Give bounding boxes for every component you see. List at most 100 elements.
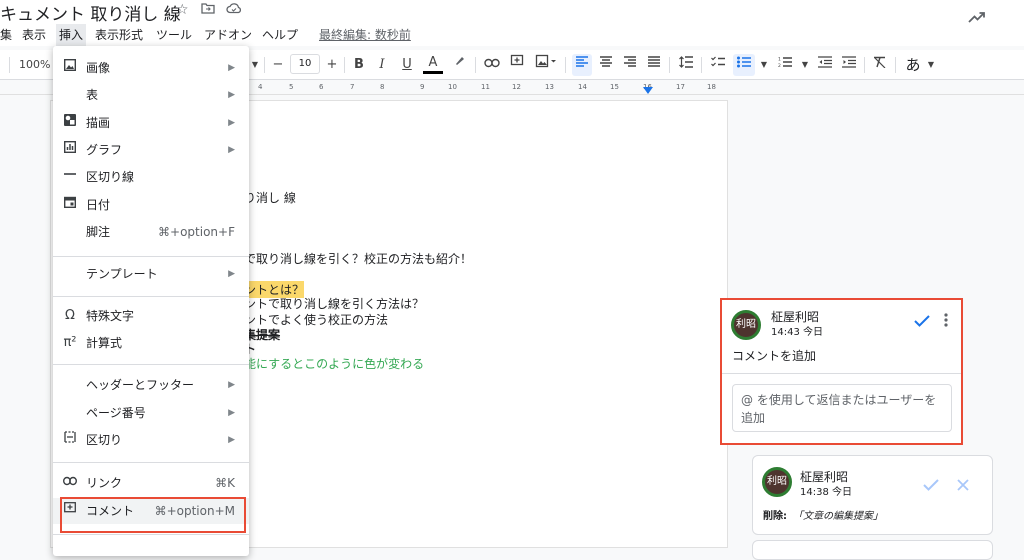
cloud-status-icon[interactable]	[226, 2, 242, 18]
menu-bar: 集 表示 挿入 表示形式 ツール アドオン ヘルプ 最終編集: 数秒前	[0, 24, 1024, 46]
font-size-input[interactable]: 10	[290, 54, 320, 74]
resolve-check-icon[interactable]	[914, 312, 930, 331]
align-left-icon[interactable]	[572, 54, 592, 76]
submenu-arrow-icon: ▶	[228, 145, 235, 155]
decrease-font-size-button[interactable]: −	[269, 54, 287, 76]
comment-highlight-box	[60, 497, 246, 533]
link-icon	[62, 470, 78, 496]
clear-formatting-icon[interactable]	[870, 54, 890, 76]
suggestion-action-label: 削除:	[763, 511, 787, 522]
checklist-icon[interactable]	[707, 54, 729, 76]
bulleted-list-dropdown-icon[interactable]: ▼	[758, 54, 770, 76]
comment-card[interactable]	[752, 540, 993, 560]
toolbar-separator	[9, 57, 10, 73]
menu-view[interactable]: 表示	[19, 24, 49, 46]
title-bar: キュメント 取り消し 線 ☆	[0, 0, 1024, 25]
menu-item-headers-footers[interactable]: ヘッダーとフッター ▶	[53, 372, 249, 398]
menu-addons[interactable]: アドオン	[201, 24, 255, 46]
ruler-number: 8	[380, 83, 385, 91]
increase-font-size-button[interactable]: +	[323, 54, 341, 76]
menu-item-footnote[interactable]: 脚注 ⌘+option+F	[53, 219, 249, 245]
menu-item-special-characters[interactable]: Ω 特殊文字	[53, 303, 249, 329]
menu-item-link[interactable]: リンク ⌘K	[53, 470, 249, 496]
ruler-number: 13	[545, 83, 554, 91]
menu-divider	[53, 364, 249, 365]
menu-item-templates[interactable]: テンプレート ▶	[53, 261, 249, 287]
star-icon[interactable]: ☆	[176, 2, 189, 18]
accept-suggestion-icon[interactable]	[923, 476, 939, 495]
menu-item-horizontal-line[interactable]: 区切り線	[53, 164, 249, 190]
reject-suggestion-icon[interactable]	[957, 476, 969, 495]
comment-divider	[722, 373, 961, 374]
document-line-suggestion: 能にするとこのように色が変わる	[244, 357, 425, 371]
submenu-arrow-icon: ▶	[228, 408, 235, 418]
input-tools-button[interactable]: あ	[903, 54, 923, 76]
toolbar-separator	[264, 57, 265, 73]
shortcut-label: ⌘+option+F	[158, 225, 235, 239]
menu-insert[interactable]: 挿入	[56, 24, 87, 46]
reply-input[interactable]: @ を使用して返信またはユーザーを追加	[732, 384, 952, 432]
menu-item-break[interactable]: 区切り ▶	[53, 427, 249, 453]
align-center-icon[interactable]	[596, 54, 616, 76]
ruler-number: 4	[258, 83, 263, 91]
menu-item-date[interactable]: 日付	[53, 192, 249, 218]
right-indent-marker[interactable]	[643, 87, 653, 94]
submenu-arrow-icon: ▶	[228, 269, 235, 279]
move-folder-icon[interactable]	[201, 2, 215, 18]
italic-button[interactable]: I	[373, 54, 391, 76]
menu-format[interactable]: 表示形式	[92, 24, 146, 46]
toolbar-separator	[565, 57, 566, 73]
menu-item-chart[interactable]: グラフ ▶	[53, 137, 249, 163]
comment-time: 14:43 今日	[771, 327, 823, 338]
insert-image-icon[interactable]	[532, 54, 560, 76]
image-icon	[62, 55, 78, 81]
avatar: 利昭	[762, 467, 792, 497]
font-dropdown-arrow-icon[interactable]: ▼	[249, 54, 261, 76]
more-options-icon[interactable]	[944, 312, 948, 331]
menu-item-drawing[interactable]: 描画 ▶	[53, 110, 249, 136]
add-comment-icon[interactable]	[507, 54, 527, 76]
menu-help[interactable]: ヘルプ	[259, 24, 301, 46]
chart-icon	[62, 137, 78, 163]
calendar-icon	[62, 192, 78, 218]
insert-menu: 画像 ▶ 表 ▶ 描画 ▶ グラフ ▶ 区切り線 日付 脚注 ⌘+option+…	[53, 46, 249, 556]
comment-card-active[interactable]: 利昭 柾屋利昭 14:43 今日 コメントを追加 @ を使用して返信またはユーザ…	[720, 298, 963, 445]
bold-button[interactable]: B	[350, 54, 368, 76]
ruler-number: 18	[707, 83, 716, 91]
toolbar-separator	[344, 57, 345, 73]
menu-item-table[interactable]: 表 ▶	[53, 82, 249, 108]
omega-icon: Ω	[65, 308, 75, 323]
comment-card[interactable]: 利昭 柾屋利昭 14:38 今日 削除: 「文章の編集提案」	[752, 455, 993, 535]
underline-button[interactable]: U	[398, 54, 416, 76]
ruler-number: 10	[448, 83, 457, 91]
align-right-icon[interactable]	[620, 54, 640, 76]
menu-item-equation[interactable]: π² 計算式	[53, 330, 249, 356]
submenu-arrow-icon: ▶	[228, 380, 235, 390]
link-icon[interactable]	[482, 54, 502, 76]
input-tools-dropdown-icon[interactable]: ▼	[925, 54, 937, 76]
numbered-list-dropdown-icon[interactable]: ▼	[799, 54, 811, 76]
menu-item-page-numbers[interactable]: ページ番号 ▶	[53, 400, 249, 426]
comment-body: コメントを追加	[732, 349, 817, 363]
bulleted-list-icon[interactable]	[733, 54, 755, 76]
decrease-indent-icon[interactable]	[815, 54, 835, 76]
zoom-select[interactable]: 100%	[19, 54, 50, 76]
increase-indent-icon[interactable]	[839, 54, 859, 76]
text-color-button[interactable]: A	[423, 54, 443, 74]
menu-item-image[interactable]: 画像 ▶	[53, 55, 249, 81]
ruler-number: 7	[350, 83, 355, 91]
shortcut-label: ⌘K	[215, 476, 235, 490]
last-edit-link[interactable]: 最終編集: 数秒前	[316, 24, 414, 46]
submenu-arrow-icon: ▶	[228, 90, 235, 100]
highlight-pen-icon[interactable]	[450, 54, 470, 76]
align-justify-icon[interactable]	[644, 54, 664, 76]
menu-edit[interactable]: 集	[0, 24, 15, 46]
pi-icon: π²	[63, 335, 77, 350]
menu-divider	[53, 256, 249, 257]
line-spacing-icon[interactable]	[676, 54, 696, 76]
ruler-number: 12	[512, 83, 521, 91]
document-title[interactable]: キュメント 取り消し 線	[0, 0, 181, 25]
menu-tools[interactable]: ツール	[153, 24, 195, 46]
ruler-number: 5	[289, 83, 294, 91]
numbered-list-icon[interactable]: 12	[774, 54, 796, 76]
